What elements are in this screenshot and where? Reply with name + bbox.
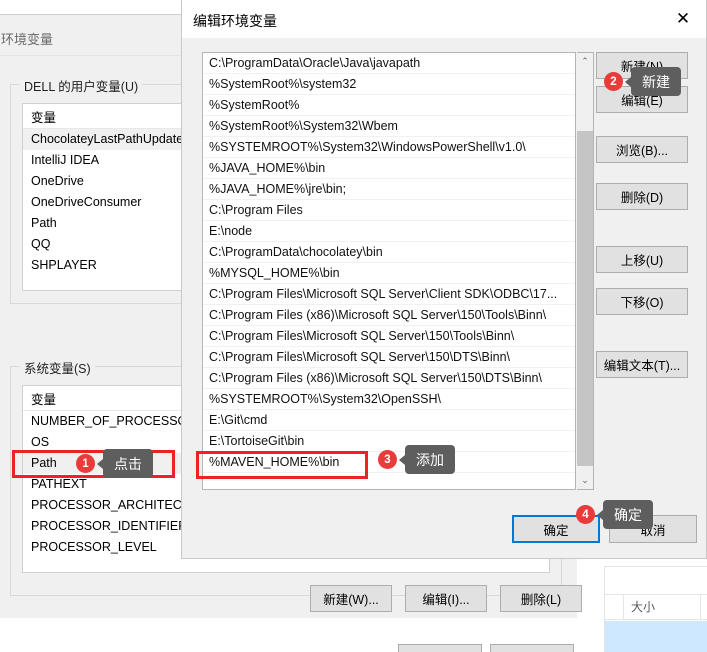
explorer-column-header-strip bbox=[605, 594, 707, 620]
annotation-badge-2: 2 bbox=[604, 72, 623, 91]
move-down-button[interactable]: 下移(O) bbox=[596, 288, 688, 315]
path-list-item[interactable]: %SystemRoot%\system32 bbox=[203, 74, 575, 95]
path-list-item[interactable]: C:\ProgramData\chocolatey\bin bbox=[203, 242, 575, 263]
path-list-scrollbar[interactable]: ⌃ ⌄ bbox=[577, 52, 594, 490]
path-list-item[interactable]: %SystemRoot%\System32\Wbem bbox=[203, 116, 575, 137]
path-list-item[interactable]: C:\ProgramData\Oracle\Java\javapath bbox=[203, 53, 575, 74]
close-icon[interactable]: ✕ bbox=[660, 0, 706, 38]
system-delete-button[interactable]: 删除(L) bbox=[500, 585, 582, 612]
annotation-badge-3: 3 bbox=[378, 450, 397, 469]
annotation-tooltip-add: 添加 bbox=[399, 445, 455, 474]
screen-root: 大小 环境变量 DELL 的用户变量(U) 变量 ChocolateyLastP… bbox=[0, 0, 707, 652]
env-dialog-ok-button[interactable]: 确定 bbox=[398, 644, 482, 652]
background-explorer-window: 大小 bbox=[604, 566, 707, 652]
path-list-item[interactable]: C:\Program Files (x86)\Microsoft SQL Ser… bbox=[203, 368, 575, 389]
path-list-item[interactable]: C:\Program Files\Microsoft SQL Server\Cl… bbox=[203, 284, 575, 305]
edit-dialog-titlebar: 编辑环境变量 ✕ bbox=[182, 0, 706, 38]
path-list-item[interactable]: E:\Git\cmd bbox=[203, 410, 575, 431]
path-list-item[interactable]: %SystemRoot% bbox=[203, 95, 575, 116]
path-entries-listbox[interactable]: C:\ProgramData\Oracle\Java\javapath %Sys… bbox=[202, 52, 576, 490]
system-new-button[interactable]: 新建(W)... bbox=[310, 585, 392, 612]
chevron-down-icon[interactable]: ⌄ bbox=[577, 472, 593, 489]
annotation-tooltip-new: 新建 bbox=[625, 67, 681, 96]
delete-button[interactable]: 删除(D) bbox=[596, 183, 688, 210]
annotation-badge-1: 1 bbox=[76, 454, 95, 473]
annotation-tooltip-ok: 确定 bbox=[597, 500, 653, 529]
path-list-item[interactable]: E:\node bbox=[203, 221, 575, 242]
edit-text-button[interactable]: 编辑文本(T)... bbox=[596, 351, 688, 378]
explorer-selected-row[interactable] bbox=[605, 621, 707, 652]
path-list-item[interactable]: C:\Program Files bbox=[203, 200, 575, 221]
browse-button[interactable]: 浏览(B)... bbox=[596, 136, 688, 163]
env-dialog-cancel-button[interactable]: 取消 bbox=[490, 644, 574, 652]
path-list-item[interactable]: C:\Program Files (x86)\Microsoft SQL Ser… bbox=[203, 305, 575, 326]
chevron-up-icon[interactable]: ⌃ bbox=[577, 53, 593, 70]
env-dialog-title: 环境变量 bbox=[1, 32, 54, 47]
explorer-column-size[interactable]: 大小 bbox=[631, 598, 655, 615]
path-list-item[interactable]: E:\TortoiseGit\bin bbox=[203, 431, 575, 452]
column-divider-left bbox=[623, 595, 624, 619]
column-divider-right bbox=[700, 595, 701, 619]
system-variables-label: 系统变量(S) bbox=[20, 358, 95, 377]
path-list-item[interactable]: %JAVA_HOME%\bin bbox=[203, 158, 575, 179]
highlight-box-maven-row bbox=[196, 451, 368, 479]
path-list-item[interactable]: %SYSTEMROOT%\System32\OpenSSH\ bbox=[203, 389, 575, 410]
system-edit-button[interactable]: 编辑(I)... bbox=[405, 585, 487, 612]
annotation-badge-4: 4 bbox=[576, 505, 595, 524]
path-list-item[interactable]: %SYSTEMROOT%\System32\WindowsPowerShell\… bbox=[203, 137, 575, 158]
move-up-button[interactable]: 上移(U) bbox=[596, 246, 688, 273]
path-list-item[interactable]: C:\Program Files\Microsoft SQL Server\15… bbox=[203, 326, 575, 347]
annotation-tooltip-click: 点击 bbox=[97, 449, 153, 478]
path-list-item[interactable]: %JAVA_HOME%\jre\bin; bbox=[203, 179, 575, 200]
path-list-item[interactable]: %MYSQL_HOME%\bin bbox=[203, 263, 575, 284]
scrollbar-thumb[interactable] bbox=[577, 131, 593, 466]
path-list-item[interactable]: C:\Program Files\Microsoft SQL Server\15… bbox=[203, 347, 575, 368]
edit-dialog-title: 编辑环境变量 bbox=[193, 13, 277, 29]
user-variables-label: DELL 的用户变量(U) bbox=[20, 76, 143, 95]
